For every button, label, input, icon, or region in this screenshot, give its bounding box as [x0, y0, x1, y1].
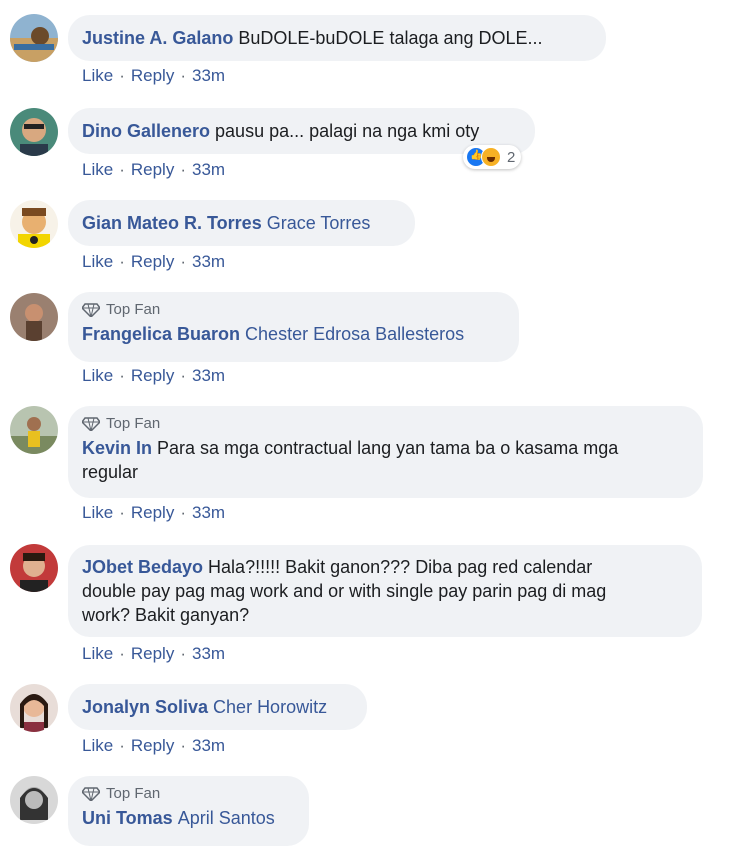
- comment-actions: Like · Reply · 33m: [82, 736, 226, 755]
- badge-label: Top Fan: [106, 301, 161, 318]
- reply-link[interactable]: Reply: [131, 736, 174, 755]
- reaction-summary[interactable]: 2: [463, 145, 522, 169]
- comment-text: Para sa mga contractual lang yan tama ba…: [157, 438, 619, 458]
- comment-text: double pay pag mag work and or with sing…: [82, 581, 607, 601]
- timestamp[interactable]: 33m: [192, 503, 225, 522]
- avatar[interactable]: [10, 684, 58, 732]
- comment-text: pausu pa... palagi na nga kmi oty: [215, 121, 480, 141]
- mention-link[interactable]: Grace Torres: [267, 213, 371, 233]
- timestamp[interactable]: 33m: [192, 252, 225, 271]
- comment-actions: Like · Reply · 33m: [82, 252, 226, 271]
- avatar[interactable]: [10, 293, 58, 341]
- timestamp[interactable]: 33m: [192, 736, 225, 755]
- diamond-icon: [82, 417, 100, 431]
- comment-text: BuDOLE-buDOLE talaga ang DOLE...: [238, 28, 543, 48]
- comment-author[interactable]: Kevin In: [82, 438, 152, 458]
- timestamp[interactable]: 33m: [192, 366, 225, 385]
- comment-actions: Like · Reply · 33m: [82, 644, 226, 663]
- like-link[interactable]: Like: [82, 252, 113, 271]
- reply-link[interactable]: Reply: [131, 160, 174, 179]
- like-link[interactable]: Like: [82, 736, 113, 755]
- comment-text: work? Bakit ganyan?: [82, 605, 250, 625]
- comment-bubble: JObet Bedayo Hala?!!!!! Bakit ganon??? Di…: [68, 545, 702, 637]
- timestamp[interactable]: 33m: [192, 160, 225, 179]
- diamond-icon: [82, 787, 100, 801]
- reply-link[interactable]: Reply: [131, 252, 174, 271]
- comment-bubble: Gian Mateo R. Torres Grace Torres: [68, 200, 415, 246]
- haha-icon: [481, 147, 501, 167]
- timestamp[interactable]: 33m: [192, 644, 225, 663]
- badge-label: Top Fan: [106, 785, 161, 802]
- comment-actions: Like · Reply · 33m: [82, 366, 226, 385]
- comment-author[interactable]: Uni Tomas: [82, 808, 173, 828]
- comment-bubble: Dino Gallenero pausu pa... palagi na nga …: [68, 108, 535, 154]
- reply-link[interactable]: Reply: [131, 66, 174, 85]
- top-fan-badge: Top Fan: [82, 298, 505, 322]
- comment-author[interactable]: JObet Bedayo: [82, 557, 203, 577]
- reply-link[interactable]: Reply: [131, 644, 174, 663]
- comment-text: Hala?!!!!! Bakit ganon??? Diba pag red c…: [208, 557, 593, 577]
- avatar[interactable]: [10, 200, 58, 248]
- like-link[interactable]: Like: [82, 503, 113, 522]
- comment-author[interactable]: Dino Gallenero: [82, 121, 210, 141]
- top-fan-badge: Top Fan: [82, 782, 295, 806]
- comment-bubble: Justine A. Galano BuDOLE-buDOLE talaga an…: [68, 15, 606, 61]
- comment-author[interactable]: Frangelica Buaron: [82, 324, 240, 344]
- badge-label: Top Fan: [106, 415, 161, 432]
- comment-actions: Like · Reply · 33m: [82, 503, 226, 522]
- reply-link[interactable]: Reply: [131, 503, 174, 522]
- comment-bubble: Top Fan Frangelica Buaron Chester Edrosa …: [68, 292, 519, 362]
- avatar[interactable]: [10, 108, 58, 156]
- avatar[interactable]: [10, 776, 58, 824]
- reply-link[interactable]: Reply: [131, 366, 174, 385]
- comment-author[interactable]: Justine A. Galano: [82, 28, 233, 48]
- comment-author[interactable]: Gian Mateo R. Torres: [82, 213, 262, 233]
- mention-link[interactable]: Chester Edrosa Ballesteros: [245, 324, 464, 344]
- comment-actions: Like · Reply · 33m: [82, 66, 226, 85]
- reaction-count: 2: [507, 148, 516, 166]
- top-fan-badge: Top Fan: [82, 412, 689, 436]
- comment-text: regular: [82, 462, 139, 482]
- like-link[interactable]: Like: [82, 66, 113, 85]
- avatar[interactable]: [10, 14, 58, 62]
- comment-author[interactable]: Jonalyn Soliva: [82, 697, 208, 717]
- like-link[interactable]: Like: [82, 644, 113, 663]
- timestamp[interactable]: 33m: [192, 66, 225, 85]
- avatar[interactable]: [10, 544, 58, 592]
- comment-bubble: Top Fan Uni Tomas April Santos: [68, 776, 309, 846]
- diamond-icon: [82, 303, 100, 317]
- comment-bubble: Top Fan Kevin In Para sa mga contractual …: [68, 406, 703, 498]
- mention-link[interactable]: Cher Horowitz: [213, 697, 327, 717]
- mention-link[interactable]: April Santos: [178, 808, 275, 828]
- comment-bubble: Jonalyn Soliva Cher Horowitz: [68, 684, 367, 730]
- like-link[interactable]: Like: [82, 366, 113, 385]
- comment-actions: Like · Reply · 33m: [82, 160, 226, 179]
- like-link[interactable]: Like: [82, 160, 113, 179]
- avatar[interactable]: [10, 406, 58, 454]
